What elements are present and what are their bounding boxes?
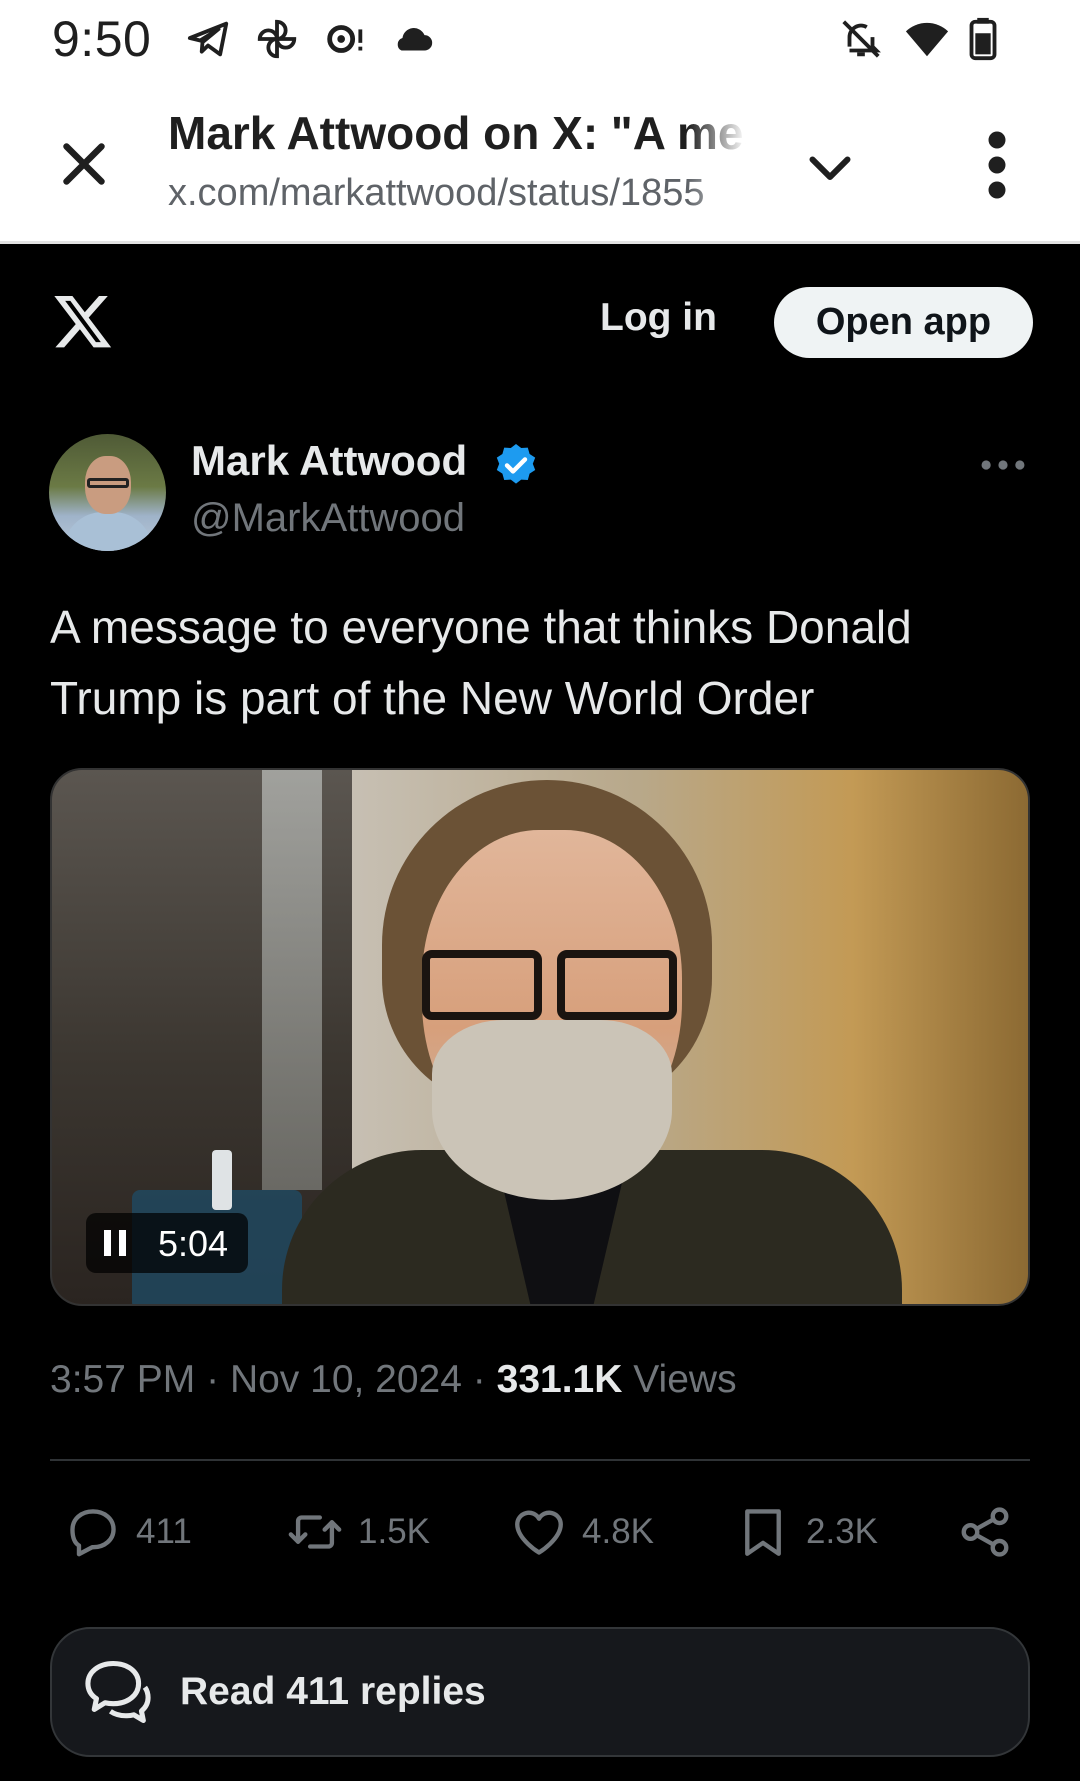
- repost-icon: [288, 1515, 342, 1549]
- more-vert-icon[interactable]: [972, 130, 1022, 200]
- more-horiz-icon[interactable]: [980, 450, 1026, 480]
- meta-separator: ·: [472, 1358, 486, 1401]
- read-replies-label: Read 411 replies: [180, 1670, 486, 1713]
- video-person-glasses-right: [557, 950, 677, 1020]
- browser-toolbar: Mark Attwood on X: "A message to everyon…: [0, 82, 1080, 244]
- x-logo-icon[interactable]: [52, 290, 114, 352]
- video-person-beard: [432, 1020, 672, 1200]
- pinwheel-icon: [257, 19, 297, 59]
- tweet-meta: 3:57 PM · Nov 10, 2024 · 331.1K Views: [50, 1358, 737, 1402]
- chevron-down-icon[interactable]: [800, 137, 860, 197]
- share-icon: [961, 1507, 1009, 1557]
- meta-separator: ·: [206, 1358, 220, 1401]
- close-icon[interactable]: [54, 134, 114, 194]
- tweet-time[interactable]: 3:57 PM: [50, 1358, 195, 1401]
- repost-count: 1.5K: [358, 1512, 430, 1551]
- wifi-icon: [905, 22, 949, 57]
- chat-alert-icon: [327, 25, 363, 53]
- reply-count: 411: [136, 1512, 192, 1551]
- divider: [50, 1459, 1030, 1461]
- open-app-button[interactable]: Open app: [774, 287, 1033, 358]
- page-title[interactable]: Mark Attwood on X: "A message to everyon…: [168, 106, 746, 160]
- video-time: 5:04: [158, 1223, 229, 1264]
- read-replies-button[interactable]: Read 411 replies: [50, 1627, 1030, 1757]
- views-count: 331.1K: [496, 1358, 623, 1401]
- video-bottle: [212, 1150, 232, 1210]
- reply-icon: [70, 1509, 116, 1557]
- chat-bubbles-icon: [85, 1660, 151, 1724]
- bookmark-count: 2.3K: [806, 1512, 878, 1551]
- bookmark-button[interactable]: 2.3K: [734, 1500, 878, 1564]
- tweet-date[interactable]: Nov 10, 2024: [230, 1358, 462, 1401]
- share-button[interactable]: [956, 1500, 1028, 1564]
- views-label: Views: [633, 1358, 737, 1401]
- verified-badge-icon: [496, 444, 536, 484]
- video-controls[interactable]: 5:04: [86, 1213, 248, 1273]
- pause-icon[interactable]: [102, 1228, 128, 1258]
- status-time: 9:50: [52, 11, 152, 67]
- tweet-text: A message to everyone that thinks Donald…: [50, 601, 912, 724]
- author-name[interactable]: Mark Attwood: [191, 437, 467, 485]
- like-count: 4.8K: [582, 1512, 654, 1551]
- battery-icon: [969, 17, 997, 61]
- video-person-glasses-left: [422, 950, 542, 1020]
- bell-off-icon: [842, 20, 881, 58]
- reply-button[interactable]: 411: [64, 1500, 192, 1564]
- repost-button[interactable]: 1.5K: [286, 1500, 430, 1564]
- avatar-shirt: [63, 512, 153, 551]
- author-handle[interactable]: @MarkAttwood: [191, 496, 465, 541]
- page-url[interactable]: x.com/markattwood/status/1855: [168, 172, 746, 215]
- heart-icon: [515, 1510, 563, 1555]
- status-bar: 9:50: [0, 0, 1080, 82]
- telegram-icon: [187, 21, 229, 57]
- avatar-glasses: [87, 478, 129, 488]
- like-button[interactable]: 4.8K: [510, 1500, 654, 1564]
- login-link[interactable]: Log in: [600, 296, 717, 340]
- cloud-icon: [397, 28, 433, 51]
- avatar[interactable]: [49, 434, 166, 551]
- video-light: [262, 770, 322, 1190]
- bookmark-icon: [745, 1509, 781, 1556]
